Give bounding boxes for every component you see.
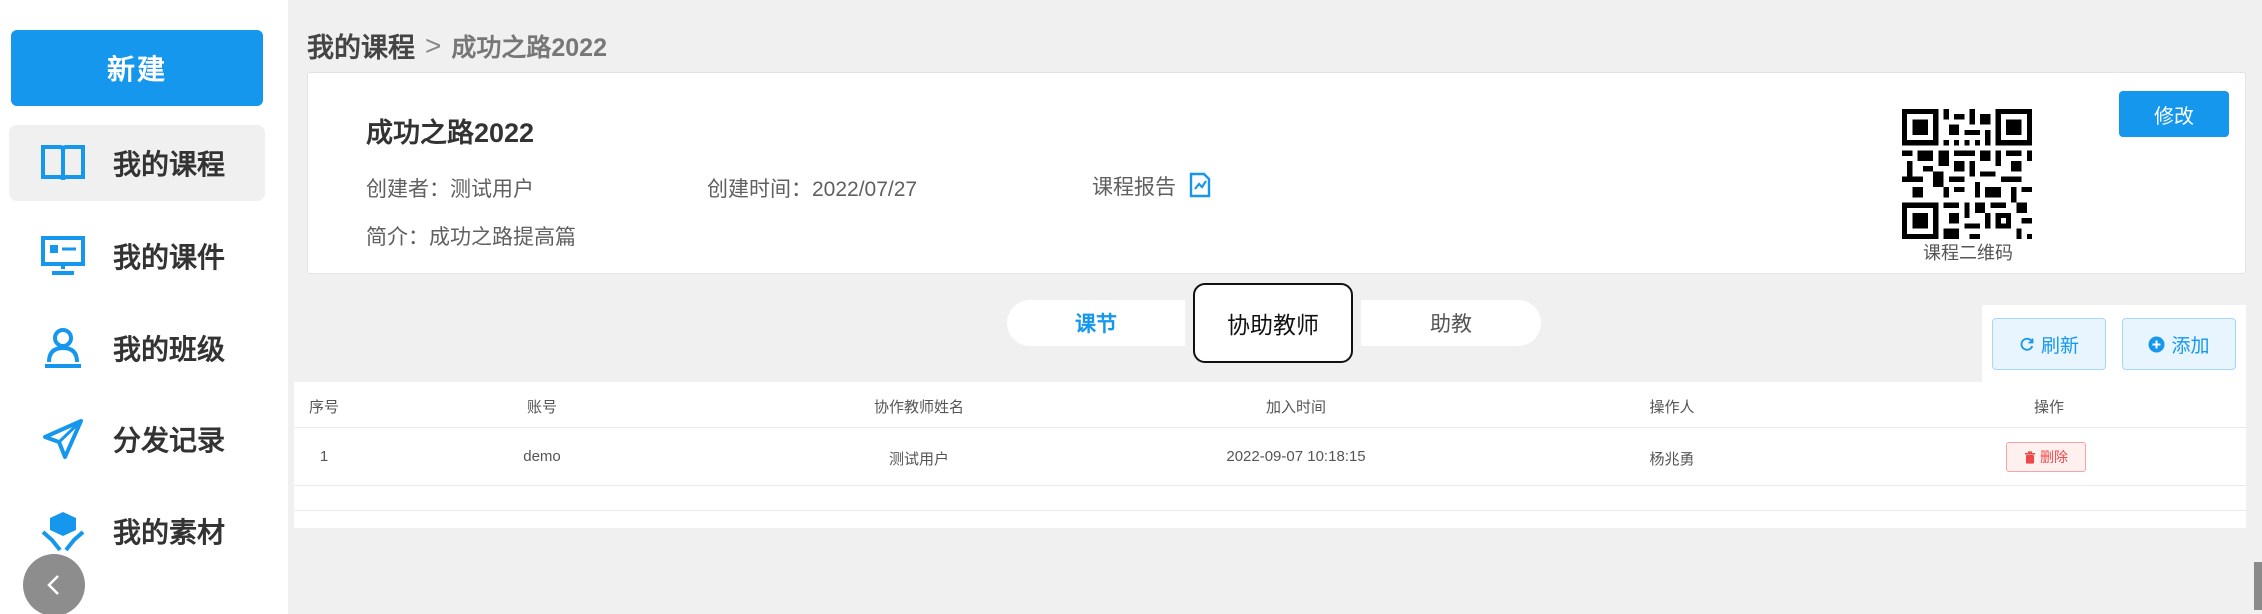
col-name-header: 协作教师姓名 xyxy=(873,399,965,416)
collapse-sidebar-button[interactable] xyxy=(23,554,85,614)
row-operator: 杨兆勇 xyxy=(1649,451,1695,468)
presentation-icon xyxy=(39,232,87,280)
chevron-left-icon xyxy=(47,575,59,595)
new-button[interactable]: 新建 xyxy=(11,30,263,106)
table-header: 序号 账号 协作教师姓名 加入时间 操作人 操作 xyxy=(294,382,2246,428)
material-icon xyxy=(39,507,87,555)
sidebar-item-my-coursewares[interactable]: 我的课件 xyxy=(9,218,265,294)
row-account: demo xyxy=(523,448,561,465)
breadcrumb-root[interactable]: 我的课程 xyxy=(307,26,415,65)
sidebar-item-label: 分发记录 xyxy=(113,425,226,456)
report-chart-icon[interactable] xyxy=(1188,172,1212,204)
sidebar-item-label: 我的课件 xyxy=(113,242,226,273)
add-circle-icon xyxy=(2148,336,2165,352)
row-joined-time: 2022-09-07 10:18:15 xyxy=(1226,448,1366,465)
course-creator: 创建者：测试用户 xyxy=(366,178,534,201)
tab-bar: 课节 协助教师 助教 xyxy=(1007,283,1541,363)
refresh-button[interactable]: 刷新 xyxy=(1992,318,2106,370)
tab-lessons[interactable]: 课节 xyxy=(1007,300,1185,346)
col-index-header: 序号 xyxy=(308,399,340,416)
page-scrollbar[interactable] xyxy=(2254,562,2262,610)
send-icon xyxy=(39,415,87,463)
col-account-header: 账号 xyxy=(526,399,558,416)
tab-teaching-assistants[interactable]: 助教 xyxy=(1361,300,1541,346)
sidebar-item-distribution-records[interactable]: 分发记录 xyxy=(9,401,265,477)
course-info-card: 成功之路2022 创建者：测试用户 创建时间：2022/07/27 课程报告 简… xyxy=(307,72,2246,274)
class-user-icon xyxy=(39,324,87,372)
row-index: 1 xyxy=(319,448,329,465)
course-report-label: 课程报告 xyxy=(1092,176,1176,199)
trash-icon xyxy=(2025,450,2035,464)
sidebar: 新建 我的课程 我的课件 我的班级 分发记录 我的素材 xyxy=(0,0,288,614)
refresh-icon xyxy=(2020,337,2034,351)
assistant-teacher-table: 序号 账号 协作教师姓名 加入时间 操作人 操作 1 demo 测试用户 202… xyxy=(294,382,2246,528)
sidebar-item-my-classes[interactable]: 我的班级 xyxy=(9,310,265,386)
sidebar-item-label: 我的班级 xyxy=(113,334,226,365)
sidebar-item-label: 我的课程 xyxy=(113,149,226,180)
add-button[interactable]: 添加 xyxy=(2122,318,2236,370)
table-row: 1 demo 测试用户 2022-09-07 10:18:15 杨兆勇 删除 xyxy=(294,428,2246,486)
course-intro: 简介：成功之路提高篇 xyxy=(366,226,576,249)
qr-code-icon xyxy=(1902,109,2032,239)
tab-assistant-teachers[interactable]: 协助教师 xyxy=(1193,283,1353,363)
col-operator-header: 操作人 xyxy=(1649,399,1695,416)
breadcrumb: 我的课程 > 成功之路2022 xyxy=(307,26,607,65)
sidebar-item-my-courses[interactable]: 我的课程 xyxy=(9,125,265,201)
breadcrumb-separator: > xyxy=(425,29,442,61)
sidebar-item-label: 我的素材 xyxy=(113,517,226,548)
course-title: 成功之路2022 xyxy=(366,118,535,148)
book-icon xyxy=(39,139,87,187)
qr-code-label: 课程二维码 xyxy=(1923,243,2013,263)
course-created-at: 创建时间：2022/07/27 xyxy=(707,178,918,201)
table-divider xyxy=(294,510,2246,511)
add-label: 添加 xyxy=(2171,335,2210,357)
breadcrumb-current: 成功之路2022 xyxy=(451,33,607,62)
col-action-header: 操作 xyxy=(2033,399,2065,416)
col-joined-header: 加入时间 xyxy=(1265,399,1327,416)
row-name: 测试用户 xyxy=(888,451,950,468)
delete-label: 删除 xyxy=(2040,449,2068,465)
delete-button[interactable]: 删除 xyxy=(2006,442,2086,472)
table-actions: 刷新 添加 xyxy=(1982,305,2246,385)
edit-course-button[interactable]: 修改 xyxy=(2119,91,2229,137)
refresh-label: 刷新 xyxy=(2040,335,2079,357)
course-report-link[interactable]: 课程报告 xyxy=(1092,171,1212,204)
